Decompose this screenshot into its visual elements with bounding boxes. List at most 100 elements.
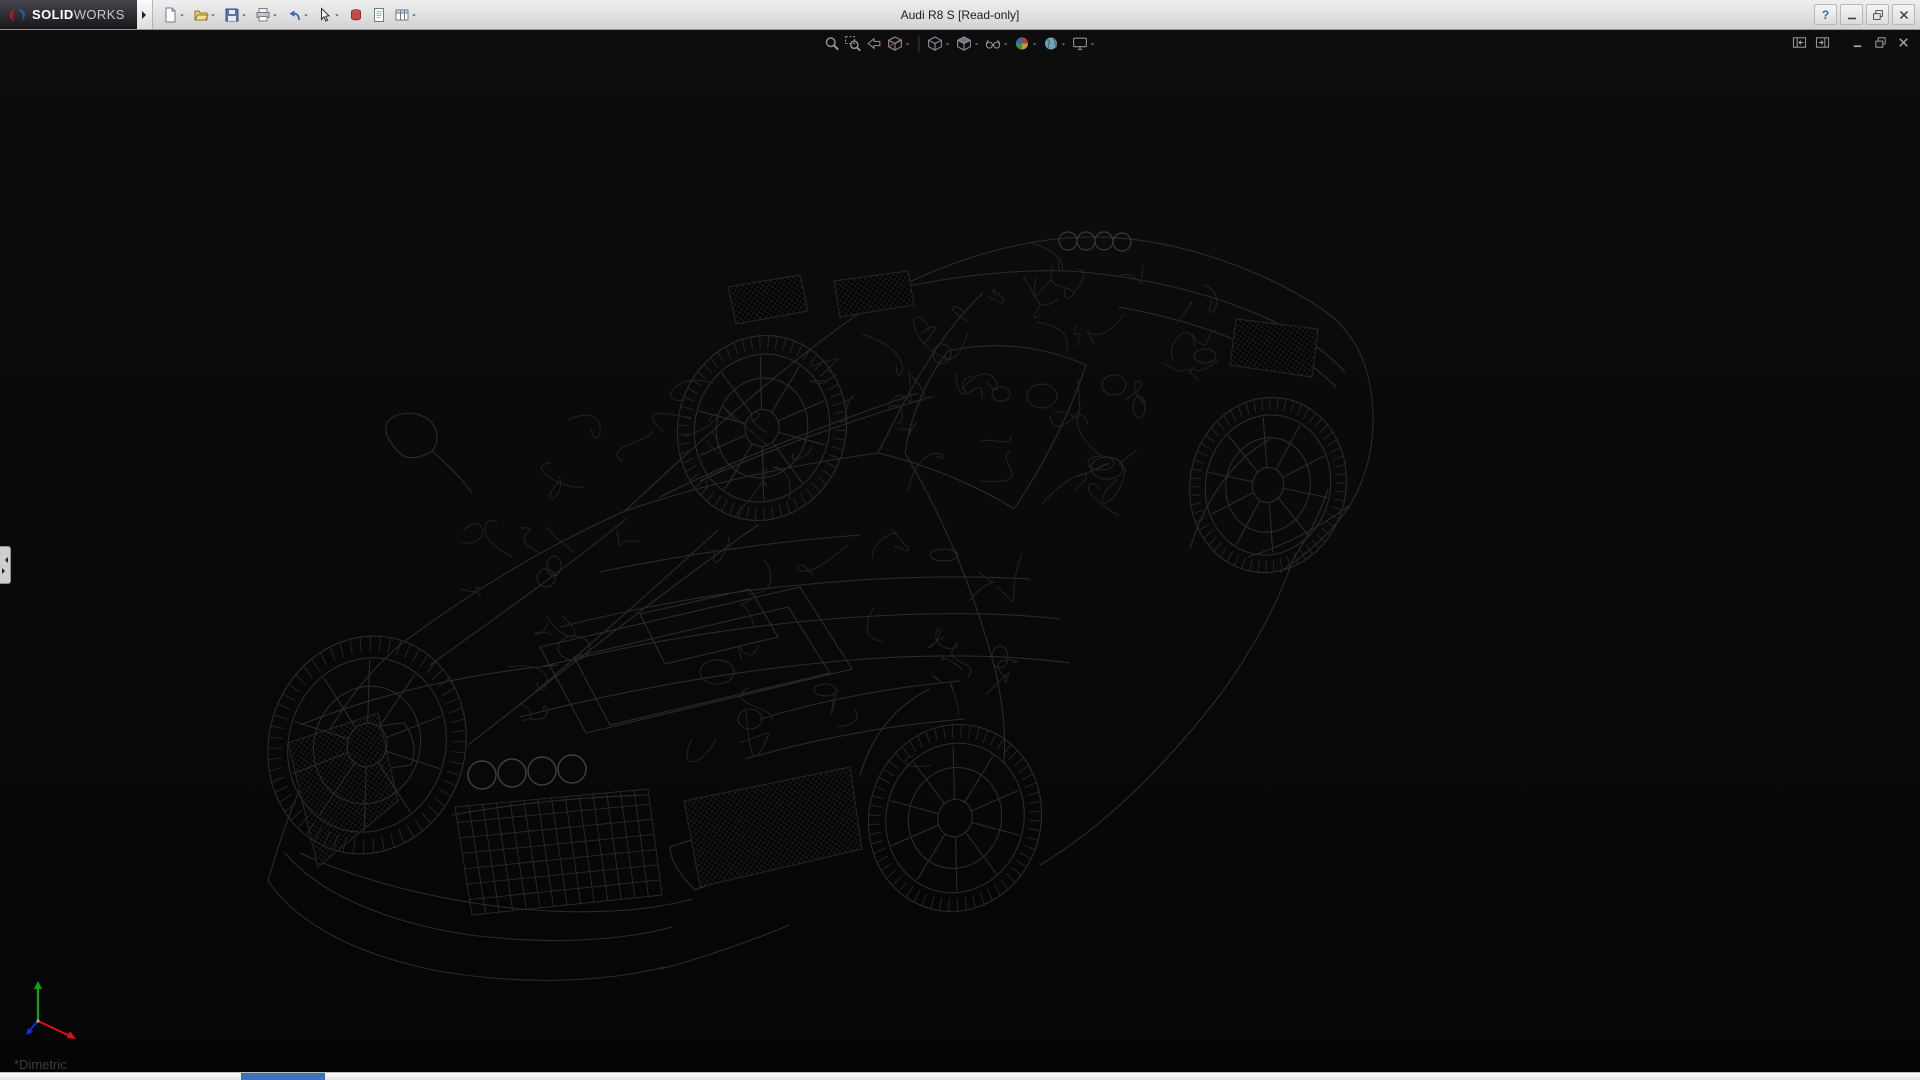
view-orientation-button[interactable]	[926, 34, 953, 53]
help-icon: ?	[1822, 8, 1829, 22]
appearance-button[interactable]	[345, 2, 367, 28]
caret-down-icon[interactable]	[1031, 36, 1039, 52]
previous-view-icon	[866, 35, 883, 52]
view-settings-button[interactable]	[1071, 34, 1098, 53]
zoom-to-area-button[interactable]	[844, 34, 863, 53]
zoom-to-area-icon	[845, 35, 862, 52]
minimize-icon	[1845, 8, 1859, 22]
caret-down-icon[interactable]	[302, 7, 310, 23]
edit-appearance-icon	[1014, 35, 1031, 52]
display-style-button[interactable]	[955, 34, 982, 53]
main-toolbar	[153, 0, 421, 29]
audi-rings-hood	[1059, 232, 1131, 251]
pane-right-button[interactable]	[1813, 34, 1831, 50]
minimize-doc-button[interactable]	[1848, 34, 1866, 50]
feature-manager-collapse-tab[interactable]	[0, 546, 11, 584]
undo-icon	[286, 7, 302, 23]
hide-show-items-icon	[985, 35, 1002, 52]
sheet-button[interactable]	[368, 2, 390, 28]
caret-down-icon[interactable]	[1060, 36, 1068, 52]
view-orientation-label: *Dimetric	[14, 1057, 67, 1072]
view-orientation-icon	[927, 35, 944, 52]
menu-expand-button[interactable]	[137, 0, 153, 29]
taskbar-active-item[interactable]	[241, 1073, 325, 1080]
select-icon	[317, 7, 333, 23]
zoom-to-fit-button[interactable]	[823, 34, 842, 53]
hide-show-items-button[interactable]	[984, 34, 1011, 53]
open-icon	[193, 7, 209, 23]
section-view-button[interactable]	[886, 34, 913, 53]
dassault-3ds-icon	[7, 7, 27, 23]
wheel-rear-right	[1173, 383, 1362, 588]
close-icon	[1897, 8, 1911, 22]
triad-origin	[36, 1019, 39, 1022]
title-bar: SOLIDWORKS Audi R8 S [Read-only] ?	[0, 0, 1920, 30]
axis-z	[26, 1021, 38, 1035]
save-button[interactable]	[221, 2, 251, 28]
new-button[interactable]	[159, 2, 189, 28]
graphics-area[interactable]: *Dimetric	[0, 29, 1920, 1073]
options-button[interactable]	[391, 2, 421, 28]
save-icon	[224, 7, 240, 23]
car-body-lines	[268, 237, 1373, 980]
caret-down-icon[interactable]	[904, 36, 912, 52]
maximize-button[interactable]	[1866, 4, 1889, 25]
print-button[interactable]	[252, 2, 282, 28]
pane-right-icon	[1815, 35, 1830, 50]
wireframe-model[interactable]	[0, 29, 1920, 1073]
apply-scene-button[interactable]	[1042, 34, 1069, 53]
caret-down-icon[interactable]	[973, 36, 981, 52]
axis-y	[34, 981, 42, 1021]
close-doc-button[interactable]	[1894, 34, 1912, 50]
maximize-icon	[1871, 8, 1885, 22]
caret-down-icon[interactable]	[209, 7, 217, 23]
caret-down-icon[interactable]	[410, 7, 418, 23]
edit-appearance-button[interactable]	[1013, 34, 1040, 53]
help-button[interactable]: ?	[1814, 4, 1837, 25]
options-icon	[394, 7, 410, 23]
chassis-detail-lines	[460, 242, 1218, 767]
sheet-icon	[371, 7, 387, 23]
axis-x	[38, 1021, 76, 1039]
section-view-icon	[887, 35, 904, 52]
display-style-icon	[956, 35, 973, 52]
appearance-icon	[348, 7, 364, 23]
previous-view-button[interactable]	[865, 34, 884, 53]
caret-down-icon[interactable]	[240, 7, 248, 23]
pane-left-icon	[1792, 35, 1807, 50]
wheel-front-right	[848, 705, 1063, 931]
select-button[interactable]	[314, 2, 344, 28]
pane-left-button[interactable]	[1790, 34, 1808, 50]
taskbar-strip	[0, 1072, 1920, 1080]
mechanical-detail-shapes	[537, 344, 1216, 729]
chevron-right-icon	[142, 11, 150, 19]
restore-doc-button[interactable]	[1871, 34, 1889, 50]
wheel-rear-left	[657, 316, 867, 539]
print-icon	[255, 7, 271, 23]
caret-down-icon[interactable]	[271, 7, 279, 23]
front-grille	[455, 789, 662, 915]
collapse-left-icon	[2, 557, 8, 563]
open-button[interactable]	[190, 2, 220, 28]
heads-up-view-toolbar	[823, 34, 1098, 53]
close-doc-icon	[1896, 35, 1911, 50]
caret-down-icon[interactable]	[178, 7, 186, 23]
minimize-doc-icon	[1850, 35, 1865, 50]
caret-down-icon[interactable]	[944, 36, 952, 52]
caret-down-icon[interactable]	[1002, 36, 1010, 52]
zoom-to-fit-icon	[824, 35, 841, 52]
toolbar-separator	[919, 36, 920, 52]
undo-button[interactable]	[283, 2, 313, 28]
reference-triad	[22, 977, 86, 1047]
window-controls: ?	[1814, 4, 1920, 25]
minimize-button[interactable]	[1840, 4, 1863, 25]
new-icon	[162, 7, 178, 23]
apply-scene-icon	[1043, 35, 1060, 52]
caret-down-icon[interactable]	[333, 7, 341, 23]
document-title: Audi R8 S [Read-only]	[901, 0, 1020, 29]
caret-down-icon[interactable]	[1089, 36, 1097, 52]
close-button[interactable]	[1892, 4, 1915, 25]
expand-right-icon	[2, 568, 8, 574]
audi-rings-front	[468, 755, 586, 789]
document-window-controls	[1790, 34, 1912, 50]
